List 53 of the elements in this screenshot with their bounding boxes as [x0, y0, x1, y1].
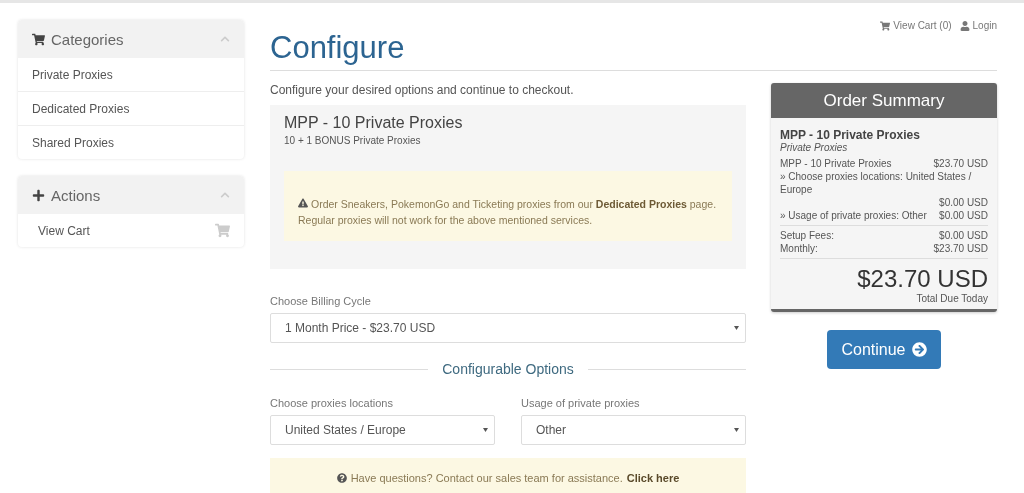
summary-group: Private Proxies [780, 142, 988, 153]
help-link[interactable]: Click here [626, 472, 680, 484]
line-price: $0.00 USD [939, 196, 988, 209]
notice-text: Order Sneakers, PokemonGo and Ticketing proxies from our Dedicated Proxies page. Regular proxies will not work for the above mentioned services. [284, 171, 732, 241]
summary-title: Order Summary [771, 83, 997, 118]
warning-icon [298, 198, 308, 208]
top-link[interactable]: View Cart (0) [880, 20, 952, 31]
cart-icon [880, 20, 891, 31]
line-price: $0.00 USD [939, 209, 988, 222]
question-icon [336, 473, 347, 483]
cart-icon [32, 32, 45, 46]
option-select[interactable]: Other [521, 415, 746, 445]
continue-button[interactable]: Continue [827, 330, 941, 369]
chevron-up-icon [220, 34, 230, 44]
panel-title: Actions [51, 186, 102, 204]
sidebar-item[interactable]: Private Proxies [18, 58, 244, 92]
caret-icon [734, 326, 739, 330]
sidebar-item[interactable]: Dedicated Proxies [18, 92, 244, 126]
field-label: Choose Billing Cycle [270, 295, 372, 307]
page-title: Configure [270, 31, 997, 71]
total-price: $0.00 USD [939, 229, 988, 242]
intro-text: Configure your desired options and continue to checkout. [270, 83, 575, 97]
option-select[interactable]: United States / Europe [270, 415, 495, 445]
total-label: Monthly: [780, 242, 818, 255]
caret-icon [483, 428, 488, 432]
section-heading: Configurable Options [442, 361, 574, 377]
billing-select[interactable]: 1 Month Price - $23.70 USD [270, 313, 746, 343]
caret-icon [734, 428, 739, 432]
line-label: » Usage of private proxies: Other [780, 209, 927, 222]
plus-icon [32, 188, 45, 202]
arrow-right-icon [911, 342, 927, 357]
total-label: Setup Fees: [780, 229, 834, 242]
total-amount: $23.70 USD [856, 265, 988, 293]
line-label: MPP - 10 Private Proxies [780, 157, 892, 170]
user-icon [959, 20, 970, 31]
field-label: Usage of private proxies [521, 397, 641, 409]
line-price: $23.70 USD [933, 157, 988, 170]
chevron-up-icon [220, 190, 230, 200]
summary-product: MPP - 10 Private Proxies [780, 128, 921, 142]
panel-header[interactable]: Categories [18, 20, 244, 58]
product-description: 10 + 1 BONUS Private Proxies [284, 135, 422, 146]
total-caption: Total Due Today [915, 293, 988, 304]
sidebar-item[interactable]: Shared Proxies [18, 126, 244, 159]
line-label: » Choose proxies locations: United States / Europe [780, 170, 973, 196]
top-link[interactable]: Login [959, 20, 997, 31]
product-name: MPP - 10 Private Proxies [284, 114, 464, 132]
sidebar-item[interactable]: View Cart [18, 214, 244, 247]
panel-title: Categories [51, 30, 125, 48]
field-label: Choose proxies locations [270, 397, 394, 409]
panel-header[interactable]: Actions [18, 176, 244, 214]
help-text: Have questions? Contact our sales team for assistance. [350, 472, 623, 484]
cart-icon [215, 223, 230, 238]
total-price: $23.70 USD [933, 242, 988, 255]
